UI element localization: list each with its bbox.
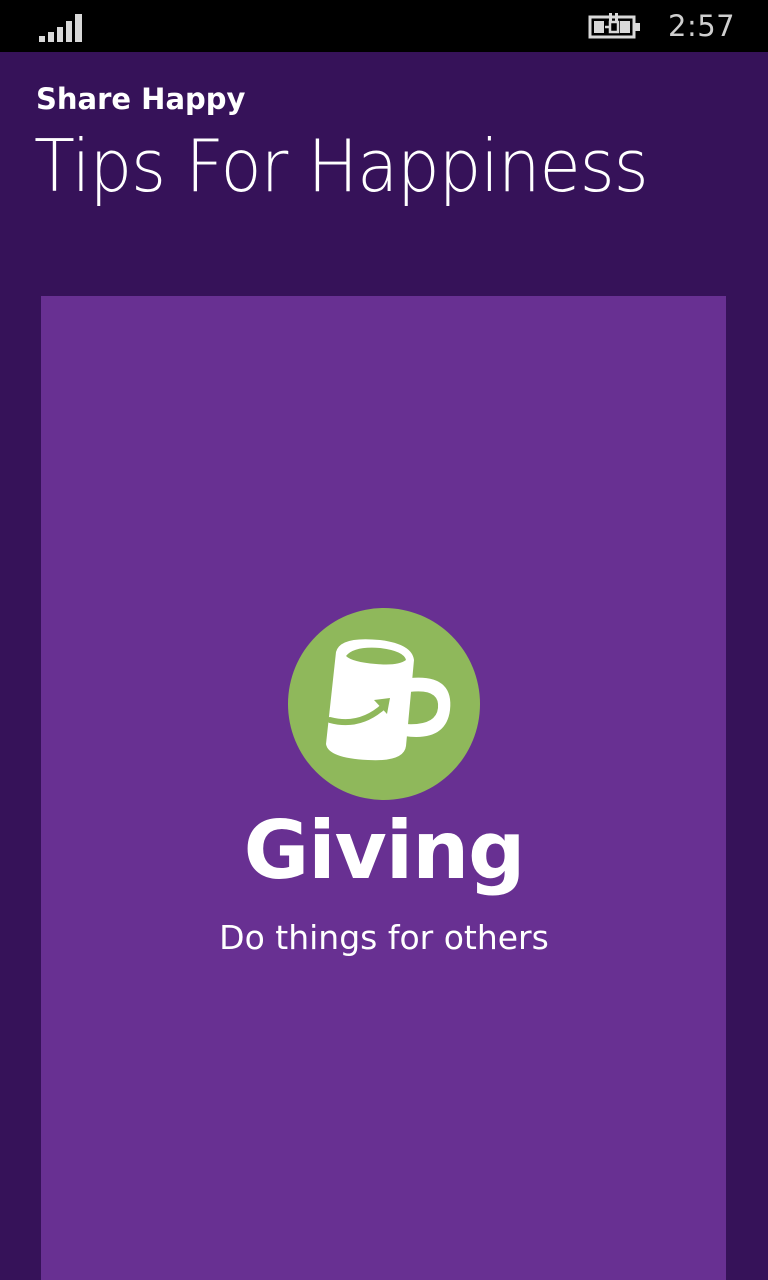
app-title: Share Happy [36, 82, 246, 116]
page-title: Tips For Happiness [34, 124, 649, 208]
tip-subtitle: Do things for others [219, 918, 549, 957]
tip-title: Giving [243, 804, 526, 897]
mug-icon [326, 639, 451, 761]
status-clock: 2:57 [668, 9, 736, 43]
tip-icon-circle [288, 608, 480, 800]
status-bar: 2:57 [0, 0, 768, 52]
battery-charging-icon [588, 13, 640, 39]
phone-screen: 2:57 Share Happy Tips For Happiness Givi… [0, 0, 768, 1280]
signal-strength-icon [39, 14, 82, 42]
